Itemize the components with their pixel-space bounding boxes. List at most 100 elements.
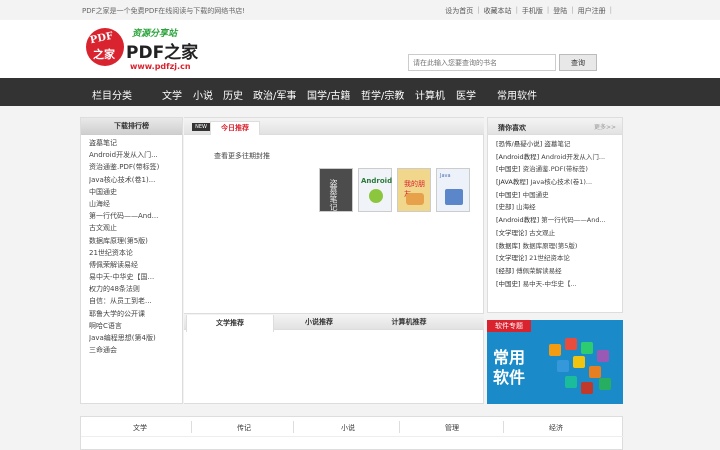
app-icon	[573, 356, 585, 368]
list-item[interactable]: [中国史] 资治通鉴.PDF(带标签)	[496, 163, 622, 176]
book-title: Java	[440, 173, 451, 179]
register-link[interactable]: 用户注册	[578, 6, 606, 16]
list-item[interactable]: [文学理论] 古文观止	[496, 227, 622, 240]
nav-item-literature[interactable]: 文学	[162, 87, 182, 102]
list-item[interactable]: 易中天-中华史【国...	[89, 271, 182, 283]
divider	[503, 421, 504, 433]
mobile-link[interactable]: 手机版	[522, 6, 543, 16]
item-name: Android开发从入门...	[541, 152, 606, 161]
site-logo[interactable]: PDF 之家 资源分享站 PDF之家 www.pdfzj.cn	[86, 24, 216, 74]
list-item[interactable]: [Android教程] 第一行代码——And...	[496, 214, 622, 227]
tab-novel-recommend[interactable]: 小说推荐	[284, 314, 354, 331]
list-item[interactable]: 啊哈C语言	[89, 320, 182, 332]
list-item[interactable]: 耶鲁大学的公开课	[89, 308, 182, 320]
guess-header: 猜你喜欢 更多>>	[488, 118, 622, 135]
app-icon	[581, 382, 593, 394]
main-nav: 栏目分类 文学 小说 历史 政治/军事 国学/古籍 哲学/宗教 计算机 医学 常…	[0, 78, 720, 106]
item-category: [文学理论]	[496, 228, 528, 237]
nav-item-philosophy[interactable]: 哲学/宗教	[361, 87, 404, 102]
book-cover[interactable]: 盗墓笔记	[319, 168, 353, 212]
list-item[interactable]: [中国史] 易中天-中华史【...	[496, 278, 622, 291]
guess-title: 猜你喜欢	[498, 124, 526, 132]
divider: |	[477, 6, 480, 14]
list-item[interactable]: [Android教程] Android开发从入门...	[496, 151, 622, 164]
login-link[interactable]: 登陆	[553, 6, 567, 16]
list-item[interactable]: 三命通会	[89, 344, 182, 356]
tab-today-recommend[interactable]: 今日推荐	[210, 121, 260, 135]
list-item[interactable]: 盗墓笔记	[89, 137, 182, 149]
nav-item-politics[interactable]: 政治/军事	[253, 87, 296, 102]
search-input[interactable]	[408, 54, 556, 71]
guess-list: [恐怖/悬疑小说] 盗墓笔记 [Android教程] Android开发从入门.…	[488, 135, 622, 290]
book-cover[interactable]: Java	[436, 168, 470, 212]
category-economy[interactable]: 经济	[526, 423, 586, 433]
recommend-panel: NEW 今日推荐 查看更多往期封推 盗墓笔记 Android 我的朋友 Java…	[184, 117, 484, 404]
list-item[interactable]: Android开发从入门...	[89, 149, 182, 161]
list-item[interactable]: [经部] 傅佩荣解读易经	[496, 265, 622, 278]
list-item[interactable]: 自信：从员工到老...	[89, 295, 182, 307]
list-item[interactable]: 数据库原理(第5版)	[89, 235, 182, 247]
list-item[interactable]: [数据库] 数据库原理(第5版)	[496, 240, 622, 253]
logo-brand: PDF之家	[126, 43, 199, 63]
category-novel[interactable]: 小说	[318, 423, 378, 433]
set-homepage-link[interactable]: 设为首页	[445, 6, 473, 16]
item-name: 古文观止	[529, 228, 556, 237]
app-icon	[549, 344, 561, 356]
item-category: [Android教程]	[496, 216, 540, 225]
list-item[interactable]: [JAVA教程] Java核心技术(卷1)...	[496, 176, 622, 189]
list-item[interactable]: 山海经	[89, 198, 182, 210]
book-cover[interactable]: Android	[358, 168, 392, 212]
divider: |	[546, 6, 550, 14]
item-name: 中国通史	[522, 190, 549, 199]
book-cover[interactable]: 我的朋友	[397, 168, 431, 212]
category-literature[interactable]: 文学	[110, 423, 170, 433]
category-bar: 文学 传记 小说 管理 经济	[80, 416, 624, 450]
list-item[interactable]: 傅佩荣解读易经	[89, 259, 182, 271]
list-item[interactable]: Java核心技术(卷1)...	[89, 174, 182, 186]
list-item[interactable]: 古文观止	[89, 222, 182, 234]
list-item[interactable]: 第一行代码——And...	[89, 210, 182, 222]
item-category: [数据库]	[496, 241, 521, 250]
list-item[interactable]: 资治通鉴.PDF(带标签)	[89, 161, 182, 173]
list-item[interactable]: 权力的48条法则	[89, 283, 182, 295]
divider	[191, 421, 192, 433]
nav-item-medicine[interactable]: 医学	[456, 87, 476, 102]
nav-category-label: 栏目分类	[92, 91, 132, 102]
app-icon	[581, 342, 593, 354]
category-management[interactable]: 管理	[422, 423, 482, 433]
recommend-tab-bar: NEW 今日推荐	[184, 118, 484, 135]
category-biography[interactable]: 传记	[214, 423, 274, 433]
bookmark-link[interactable]: 收藏本站	[484, 6, 512, 16]
tab-computer-recommend[interactable]: 计算机推荐	[374, 314, 444, 331]
list-item[interactable]: [恐怖/悬疑小说] 盗墓笔记	[496, 138, 622, 151]
past-recommend-link[interactable]: 查看更多往期封推	[214, 151, 270, 161]
nav-item-sinology[interactable]: 国学/古籍	[307, 87, 350, 102]
software-title: 常用软件	[493, 348, 526, 387]
nav-item-history[interactable]: 历史	[223, 87, 243, 102]
tab-literature-recommend[interactable]: 文学推荐	[186, 315, 274, 332]
list-item[interactable]: 21世纪资本论	[89, 247, 182, 259]
app-icon	[565, 338, 577, 350]
app-icon	[557, 360, 569, 372]
item-name: 易中天-中华史【...	[522, 279, 577, 288]
logo-badge-top: PDF	[89, 30, 115, 47]
nav-item-software[interactable]: 常用软件	[497, 87, 537, 102]
item-category: [Android教程]	[496, 152, 540, 161]
list-item[interactable]: [文学理论] 21世纪资本论	[496, 252, 622, 265]
list-item[interactable]: Java编程思想(第4版)	[89, 332, 182, 344]
item-name: 21世纪资本论	[529, 254, 570, 263]
app-icon	[589, 366, 601, 378]
category-header: 文学 传记 小说 管理 经济	[81, 417, 624, 437]
download-ranking-panel: 下载排行榜 盗墓笔记 Android开发从入门... 资治通鉴.PDF(带标签)…	[80, 117, 183, 404]
more-link[interactable]: 更多>>	[594, 122, 616, 131]
nav-item-novel[interactable]: 小说	[193, 87, 213, 102]
list-item[interactable]: [中国史] 中国通史	[496, 189, 622, 202]
item-category: [恐怖/悬疑小说]	[496, 140, 543, 148]
software-banner[interactable]: 软件专题 常用软件	[487, 320, 623, 404]
nav-item-computer[interactable]: 计算机	[415, 87, 445, 102]
search-button[interactable]: 查询	[559, 54, 597, 71]
cover-graphic	[369, 189, 383, 203]
app-icon	[565, 376, 577, 388]
list-item[interactable]: 中国通史	[89, 186, 182, 198]
list-item[interactable]: [史部] 山海经	[496, 201, 622, 214]
